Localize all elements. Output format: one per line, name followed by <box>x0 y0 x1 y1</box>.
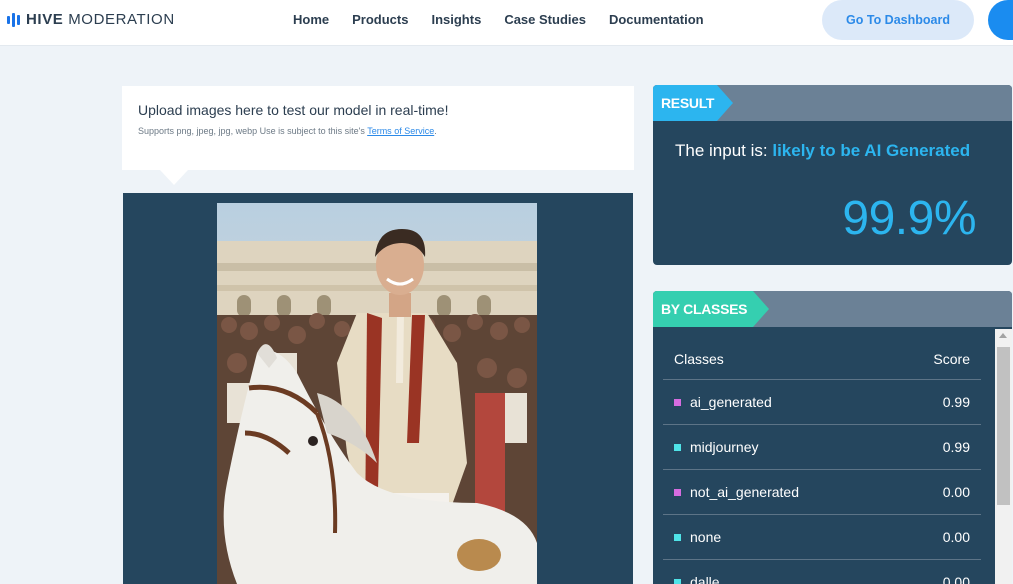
go-to-dashboard-button[interactable]: Go To Dashboard <box>822 0 974 40</box>
result-verdict: likely to be AI Generated <box>772 141 971 160</box>
class-color-swatch <box>674 398 681 406</box>
class-name: ai_generated <box>690 394 772 410</box>
logo-text-light: MODERATION <box>68 11 175 28</box>
class-score: 0.99 <box>942 439 970 455</box>
nav-insights[interactable]: Insights <box>431 12 481 27</box>
class-color-swatch <box>674 488 681 496</box>
classes-table: Classes Score ai_generated 0.99 midjourn… <box>663 338 981 584</box>
class-score: 0.00 <box>942 574 970 584</box>
upload-subtitle: Supports png, jpeg, jpg, webp Use is sub… <box>138 126 634 136</box>
table-row: none 0.00 <box>663 515 981 560</box>
upload-subtitle-text: Supports png, jpeg, jpg, webp Use is sub… <box>138 126 365 136</box>
upload-info-card: Upload images here to test our model in … <box>122 86 634 170</box>
nav-home[interactable]: Home <box>293 12 329 27</box>
result-tag: RESULT <box>653 85 733 121</box>
terms-of-service-link[interactable]: Terms of Service <box>367 126 434 136</box>
class-color-swatch <box>674 443 681 451</box>
upload-subtitle-suffix: . <box>434 126 437 136</box>
result-statement: The input is: likely to be AI Generated <box>675 141 970 161</box>
classes-table-header: Classes Score <box>663 338 981 380</box>
class-score: 0.99 <box>942 394 970 410</box>
result-card: RESULT The input is: likely to be AI Gen… <box>653 85 1012 265</box>
table-row: dalle 0.00 <box>663 560 981 584</box>
class-name: dalle <box>690 574 720 584</box>
scroll-up-arrow-icon[interactable] <box>999 333 1007 338</box>
result-card-header: RESULT <box>653 85 1012 121</box>
classes-scrollbar[interactable] <box>995 329 1012 584</box>
class-color-swatch <box>674 578 681 584</box>
table-row: midjourney 0.99 <box>663 425 981 470</box>
image-preview-panel[interactable] <box>123 193 633 584</box>
classes-card: BY CLASSES Classes Score ai_generated 0.… <box>653 291 1012 584</box>
score-column-header: Score <box>933 350 970 367</box>
class-score: 0.00 <box>942 484 970 500</box>
main-nav: Home Products Insights Case Studies Docu… <box>293 12 704 27</box>
top-nav-bar: HIVE MODERATION Home Products Insights C… <box>0 0 1013 46</box>
scroll-thumb[interactable] <box>997 347 1010 505</box>
classes-column-header: Classes <box>674 350 724 367</box>
nav-products[interactable]: Products <box>352 12 408 27</box>
result-percentage: 99.9% <box>842 192 976 245</box>
class-name: not_ai_generated <box>690 484 799 500</box>
nav-case-studies[interactable]: Case Studies <box>504 12 586 27</box>
logo-text-bold: HIVE <box>26 11 64 28</box>
hive-logo-icon <box>7 12 20 28</box>
classes-card-header: BY CLASSES <box>653 291 1012 327</box>
nav-documentation[interactable]: Documentation <box>609 12 704 27</box>
secondary-header-button[interactable] <box>988 0 1013 40</box>
class-name: none <box>690 529 722 545</box>
class-name: midjourney <box>690 439 759 455</box>
class-score: 0.00 <box>942 529 970 545</box>
table-row: not_ai_generated 0.00 <box>663 470 981 515</box>
hive-logo[interactable]: HIVE MODERATION <box>7 11 175 28</box>
table-row: ai_generated 0.99 <box>663 380 981 425</box>
class-color-swatch <box>674 533 681 541</box>
upload-title: Upload images here to test our model in … <box>138 102 449 118</box>
result-prefix: The input is: <box>675 141 768 160</box>
upload-card-pointer <box>160 170 188 185</box>
by-classes-tag: BY CLASSES <box>653 291 769 327</box>
uploaded-image <box>217 203 537 584</box>
